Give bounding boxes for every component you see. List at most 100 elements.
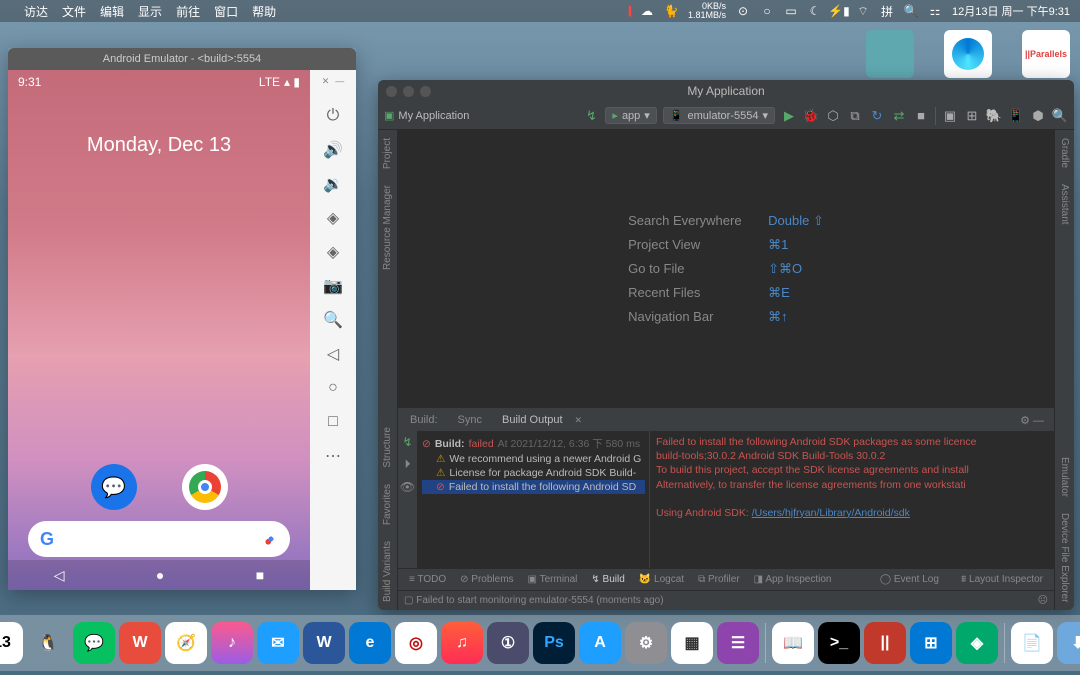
rotate-right-icon[interactable]: ◈: [319, 241, 347, 263]
cube-icon[interactable]: ⬢: [1030, 108, 1046, 124]
home-button[interactable]: ●: [156, 567, 164, 583]
moon-icon[interactable]: ☾: [808, 4, 822, 18]
folder-icon[interactable]: [866, 30, 914, 78]
app-inspection-tab[interactable]: ◨ App Inspection: [747, 574, 839, 585]
device-file-explorer-tab[interactable]: Device File Explorer: [1059, 505, 1070, 610]
sync-tab[interactable]: Sync: [450, 412, 490, 428]
dock-word-icon[interactable]: W: [303, 622, 345, 664]
zoom-icon[interactable]: 🔍: [319, 309, 347, 331]
resource-manager-tab[interactable]: Resource Manager: [382, 177, 393, 278]
gradle-tab[interactable]: Gradle: [1059, 130, 1070, 176]
dock-throttle-icon[interactable]: ☰: [717, 622, 759, 664]
minimize-icon[interactable]: —: [335, 76, 344, 87]
build-output-tab[interactable]: Build Output: [494, 412, 571, 428]
todo-tab[interactable]: ≡ TODO: [402, 574, 453, 585]
build-bottom-tab[interactable]: ↯ Build: [584, 574, 631, 585]
terminal-tab[interactable]: ▣ Terminal: [521, 574, 585, 585]
clock[interactable]: 12月13日 周一 下午9:31: [952, 3, 1070, 19]
power-icon[interactable]: ⏻: [319, 105, 347, 127]
recents-button[interactable]: ■: [256, 567, 264, 583]
build-variants-tab[interactable]: Build Variants: [382, 533, 393, 610]
camera-icon[interactable]: 📷: [319, 275, 347, 297]
assistant-icon[interactable]: [264, 532, 278, 546]
dock-itunes-icon[interactable]: ♪: [211, 622, 253, 664]
run-config-combo[interactable]: ▸app ▾: [605, 107, 656, 124]
edge-desktop-icon[interactable]: [944, 30, 992, 78]
dock-doc-icon[interactable]: 📄: [1011, 622, 1053, 664]
zoom-window-icon[interactable]: [420, 86, 431, 97]
search-icon[interactable]: 🔍: [904, 4, 918, 18]
build-output[interactable]: Failed to install the following Android …: [650, 431, 1054, 568]
problems-tab[interactable]: ⊘ Problems: [453, 574, 520, 585]
dock-dict-icon[interactable]: 📖: [772, 622, 814, 664]
menu-edit[interactable]: 编辑: [100, 3, 124, 20]
input-icon[interactable]: 拼: [880, 4, 894, 18]
dock-terminal-icon[interactable]: >_: [818, 622, 860, 664]
dock-safari-icon[interactable]: 🧭: [165, 622, 207, 664]
structure-tab[interactable]: Structure: [382, 419, 393, 476]
wifi-icon[interactable]: ⌔: [856, 4, 870, 18]
logcat-tab[interactable]: 🐱 Logcat: [632, 574, 691, 585]
record-icon[interactable]: ⊙: [736, 4, 750, 18]
device-combo[interactable]: 📱emulator-5554 ▾: [663, 107, 775, 124]
home-icon[interactable]: ○: [319, 377, 347, 399]
status-icon[interactable]: ▢: [404, 595, 413, 606]
dock-purple-icon[interactable]: ①: [487, 622, 529, 664]
project-tab[interactable]: Project: [382, 130, 393, 177]
restart-icon[interactable]: ↯: [402, 435, 412, 449]
dock-edge-icon[interactable]: e: [349, 622, 391, 664]
back-button[interactable]: ◁: [54, 567, 65, 584]
dock-mail-icon[interactable]: ✉: [257, 622, 299, 664]
dock-windows-icon[interactable]: ⊞: [910, 622, 952, 664]
stop-icon[interactable]: ■: [913, 108, 929, 124]
screens-icon[interactable]: ▭: [784, 4, 798, 18]
menu-view[interactable]: 显示: [138, 3, 162, 20]
wechat-tray-icon[interactable]: ☁: [640, 4, 654, 18]
close-window-icon[interactable]: [386, 86, 397, 97]
dock-qq-icon[interactable]: 🐧: [27, 622, 69, 664]
dock-settings-icon[interactable]: ⚙: [625, 622, 667, 664]
dock-downloads-icon[interactable]: ⬇: [1057, 622, 1080, 664]
dock-wps-icon[interactable]: W: [119, 622, 161, 664]
parallels-desktop-icon[interactable]: ||Parallels: [1022, 30, 1070, 78]
dock-remote-icon[interactable]: ◈: [956, 622, 998, 664]
battery-icon[interactable]: ⚡▮: [832, 4, 846, 18]
profiler-tab[interactable]: ⧉ Profiler: [691, 574, 747, 585]
avd-icon[interactable]: ▣: [942, 108, 958, 124]
assistant-tab[interactable]: Assistant: [1059, 176, 1070, 233]
sdk-path-link[interactable]: /Users/hjfryan/Library/Android/sdk: [752, 507, 910, 519]
event-log-tab[interactable]: ◯ Event Log: [873, 574, 946, 585]
menu-window[interactable]: 窗口: [214, 3, 238, 20]
back-icon[interactable]: ◁: [319, 343, 347, 365]
cat-icon[interactable]: 🐈: [664, 4, 678, 18]
messages-app-icon[interactable]: 💬: [91, 464, 137, 510]
apply-code-icon[interactable]: ⇄: [891, 108, 907, 124]
volume-down-icon[interactable]: 🔉: [319, 173, 347, 195]
overview-icon[interactable]: □: [319, 411, 347, 433]
dock-calendar-icon[interactable]: 13: [0, 622, 23, 664]
close-icon[interactable]: ✕: [322, 76, 330, 87]
menu-file[interactable]: 文件: [62, 3, 86, 20]
status-face-icon[interactable]: ☹: [1038, 595, 1048, 606]
dock-appstore-icon[interactable]: A: [579, 622, 621, 664]
filter-icon[interactable]: ⏵: [404, 457, 410, 472]
circle-icon[interactable]: ○: [760, 4, 774, 18]
eye-icon[interactable]: 👁: [400, 480, 415, 494]
gear-icon[interactable]: ⚙ —: [1014, 414, 1050, 427]
dock-photoshop-icon[interactable]: Ps: [533, 622, 575, 664]
control-center-icon[interactable]: ⚏: [928, 4, 942, 18]
menu-go[interactable]: 前往: [176, 3, 200, 20]
emulator-tab[interactable]: Emulator: [1059, 449, 1070, 505]
minimize-window-icon[interactable]: [403, 86, 414, 97]
device-icon2[interactable]: 📱: [1008, 108, 1024, 124]
debug-icon[interactable]: 🐞: [803, 108, 819, 124]
search-icon2[interactable]: 🔍: [1052, 108, 1068, 124]
layout-inspector-tab[interactable]: ⩩ Layout Inspector: [954, 574, 1050, 585]
build-tree[interactable]: ⊘ Build: failed At 2021/12/12, 6:36 下 58…: [418, 431, 650, 568]
menu-help[interactable]: 帮助: [252, 3, 276, 20]
breadcrumb[interactable]: My Application: [398, 110, 469, 122]
dock-notes-icon[interactable]: ▦: [671, 622, 713, 664]
more-icon[interactable]: ⋯: [319, 445, 347, 467]
profile-icon[interactable]: ⧉: [847, 108, 863, 124]
chrome-app-icon[interactable]: [182, 464, 228, 510]
